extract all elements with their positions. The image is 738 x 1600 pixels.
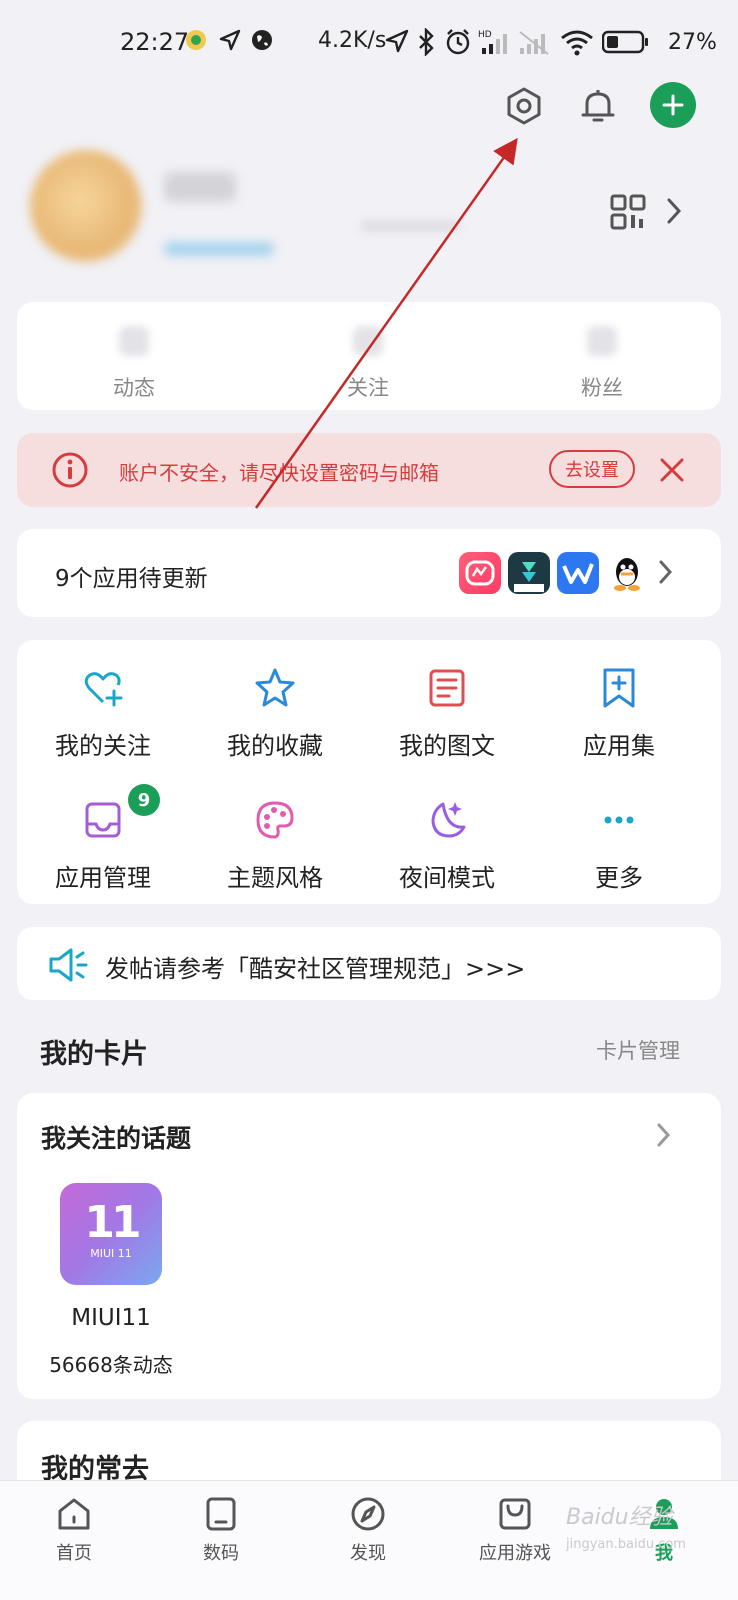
manage-cards-link[interactable]: 卡片管理 [596, 1035, 680, 1065]
status-battery: 27% [668, 30, 717, 55]
chevron-right-icon[interactable] [655, 1121, 673, 1153]
signal-weak-icon [518, 28, 552, 60]
warning-info-icon [51, 451, 89, 493]
stat-followers-count-blurred [587, 326, 617, 356]
stat-label: 粉丝 [581, 376, 623, 400]
stat-following[interactable]: 关注 [251, 302, 485, 410]
inbox-icon [81, 798, 125, 842]
stat-following-count-blurred [353, 326, 383, 356]
app-updates-card[interactable]: 9个应用待更新 [17, 529, 721, 617]
top-actions [0, 80, 738, 136]
add-post-button[interactable] [650, 82, 696, 128]
bell-icon [581, 90, 615, 122]
user-info-blurred [360, 220, 460, 232]
watermark-logo: Baidu经验 [566, 1505, 673, 1530]
security-alert-banner: 账户不安全，请尽快设置密码与邮箱 去设置 [17, 433, 721, 507]
update-count-badge: 9 [128, 784, 160, 816]
tab-label: 首页 [56, 1543, 92, 1564]
status-time: 22:27 [120, 28, 190, 56]
grid-label: 更多 [595, 864, 643, 892]
location-arrow-icon [218, 28, 242, 56]
username-blurred [164, 172, 236, 202]
grid-label: 主题风格 [227, 864, 323, 892]
signal-hd-icon: HD [478, 28, 514, 60]
grid-label: 应用集 [583, 732, 655, 760]
compass-icon [351, 1497, 385, 1531]
alarm-icon [444, 28, 472, 60]
profile-header[interactable] [0, 150, 738, 280]
tab-label: 数码 [203, 1543, 239, 1564]
avatar[interactable] [30, 150, 142, 262]
alert-text: 账户不安全，请尽快设置密码与邮箱 [119, 461, 439, 485]
watermark-url: jingyan.baidu.com [566, 1537, 686, 1552]
stat-label: 动态 [113, 376, 155, 400]
bookmark-plus-icon [597, 666, 641, 710]
miui-logo-text: MIUI 11 [90, 1247, 132, 1260]
qr-code-icon[interactable] [610, 194, 646, 234]
app-notification-icon [184, 28, 208, 56]
globe-icon [250, 28, 274, 56]
topics-title: 我关注的话题 [41, 1124, 192, 1153]
stats-card: 动态 关注 粉丝 [17, 302, 721, 410]
notifications-button[interactable] [572, 80, 624, 132]
app-icon-wps [557, 552, 599, 594]
feature-grid: 我的关注 我的收藏 我的图文 应用集 9 应用管理 主题风格 夜间模式 更多 [17, 640, 721, 904]
stat-posts[interactable]: 动态 [17, 302, 251, 410]
grid-label: 我的图文 [399, 732, 495, 760]
stat-posts-count-blurred [119, 326, 149, 356]
battery-icon [601, 30, 650, 58]
close-icon[interactable] [655, 453, 689, 491]
bluetooth-icon [416, 27, 436, 60]
plus-icon [662, 94, 684, 116]
settings-hex-icon [507, 87, 541, 125]
user-level-blurred [164, 242, 274, 256]
grid-label: 夜间模式 [399, 864, 495, 892]
followed-topics-card: 我关注的话题 11 MIUI 11 MIUI11 56668条动态 [17, 1093, 721, 1399]
topic-post-count: 56668条动态 [49, 1353, 173, 1377]
go-settings-button[interactable]: 去设置 [549, 450, 635, 488]
stat-label: 关注 [347, 376, 389, 400]
more-icon [597, 798, 641, 842]
grid-label: 应用管理 [55, 864, 151, 892]
navigation-icon [384, 28, 410, 58]
heart-plus-icon [81, 666, 125, 710]
app-icon-filmora [508, 552, 550, 594]
community-rules-notice[interactable]: 发帖请参考「酷安社区管理规范」>>> [17, 927, 721, 1000]
star-icon [253, 666, 297, 710]
status-net-speed: 4.2K/s [318, 28, 387, 53]
chevron-right-icon[interactable] [664, 196, 684, 230]
tablet-icon [206, 1497, 236, 1531]
grid-label: 我的收藏 [227, 732, 323, 760]
grid-label: 我的关注 [55, 732, 151, 760]
bag-icon [499, 1498, 531, 1530]
wifi-icon [560, 28, 594, 60]
tab-label: 应用游戏 [479, 1543, 551, 1564]
home-icon [58, 1498, 90, 1530]
palette-icon [253, 798, 297, 842]
svg-text:HD: HD [478, 30, 492, 40]
updates-text: 9个应用待更新 [55, 566, 208, 592]
settings-button[interactable] [498, 80, 550, 132]
miui-logo-number: 11 [84, 1197, 141, 1248]
app-icon-meitu [459, 552, 501, 594]
topic-miui11-thumbnail[interactable]: 11 MIUI 11 [60, 1183, 162, 1285]
notice-text: 发帖请参考「酷安社区管理规范」>>> [105, 955, 526, 983]
chevron-right-icon[interactable] [657, 558, 675, 590]
app-icon-qq [606, 552, 648, 594]
moon-icon [425, 798, 469, 842]
topic-name[interactable]: MIUI11 [37, 1305, 185, 1331]
tab-label: 发现 [350, 1543, 386, 1564]
megaphone-icon [47, 945, 91, 989]
status-bar: 22:27 4.2K/s HD 27% [0, 0, 738, 86]
bottom-tab-bar: 首页 数码 发现 应用游戏 我 Baidu经验 jingyan.baidu.co… [0, 1480, 738, 1600]
article-icon [425, 666, 469, 710]
section-title-my-cards: 我的卡片 [40, 1039, 148, 1070]
stat-followers[interactable]: 粉丝 [485, 302, 719, 410]
